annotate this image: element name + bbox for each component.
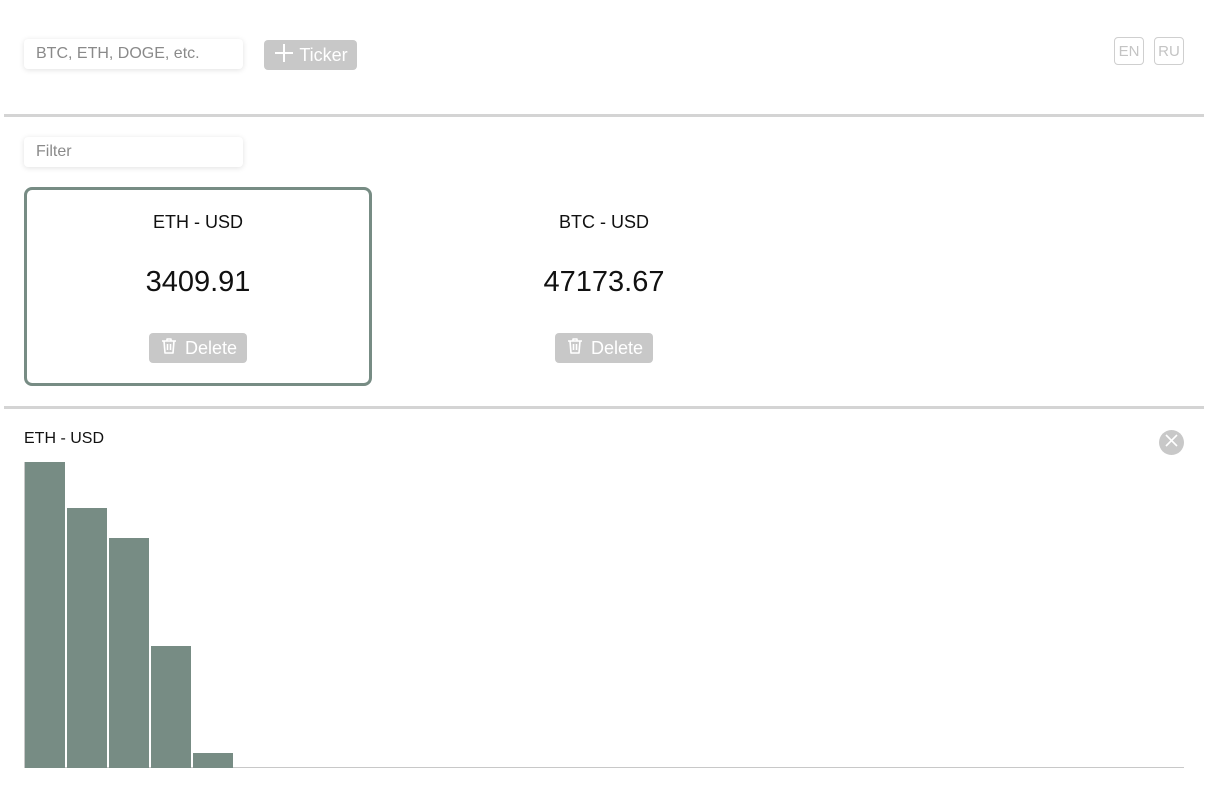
delete-label: Delete bbox=[590, 337, 644, 358]
graph-title: ETH - USD bbox=[24, 430, 104, 447]
ticker-name: ETH - USD bbox=[153, 212, 243, 232]
close-graph-button[interactable] bbox=[1159, 430, 1184, 455]
ticker-card-btc[interactable]: BTC - USD 47173.67 Delete bbox=[430, 187, 778, 386]
graph-svg bbox=[25, 462, 233, 768]
language-en-button[interactable]: EN bbox=[1114, 37, 1144, 65]
ticker-card-eth[interactable]: ETH - USD 3409.91 Delete bbox=[24, 187, 372, 386]
language-ru-button[interactable]: RU bbox=[1154, 37, 1184, 65]
filter-input[interactable] bbox=[24, 137, 243, 167]
close-icon bbox=[1164, 433, 1179, 453]
ticker-price: 47173.67 bbox=[543, 266, 665, 298]
graph-bar bbox=[67, 508, 107, 768]
delete-label: Delete bbox=[184, 337, 238, 358]
graph-bar bbox=[193, 753, 233, 768]
plus-icon bbox=[273, 42, 295, 69]
add-ticker-label: Ticker bbox=[299, 44, 348, 65]
ticker-input[interactable] bbox=[24, 39, 243, 69]
divider bbox=[4, 406, 1204, 409]
delete-button[interactable]: Delete bbox=[149, 333, 247, 363]
trash-icon bbox=[159, 336, 179, 361]
ticker-price: 3409.91 bbox=[145, 266, 251, 298]
delete-button[interactable]: Delete bbox=[555, 333, 653, 363]
graph-bar bbox=[25, 462, 65, 768]
app: Ticker EN RU ETH - USD 3409.91 Delete BT… bbox=[0, 0, 1218, 800]
add-ticker-button[interactable]: Ticker bbox=[264, 40, 357, 70]
graph-bar bbox=[151, 646, 191, 768]
price-graph bbox=[24, 462, 1184, 768]
graph-bar bbox=[109, 538, 149, 768]
ticker-name: BTC - USD bbox=[559, 212, 649, 232]
divider bbox=[4, 114, 1204, 117]
trash-icon bbox=[565, 336, 585, 361]
